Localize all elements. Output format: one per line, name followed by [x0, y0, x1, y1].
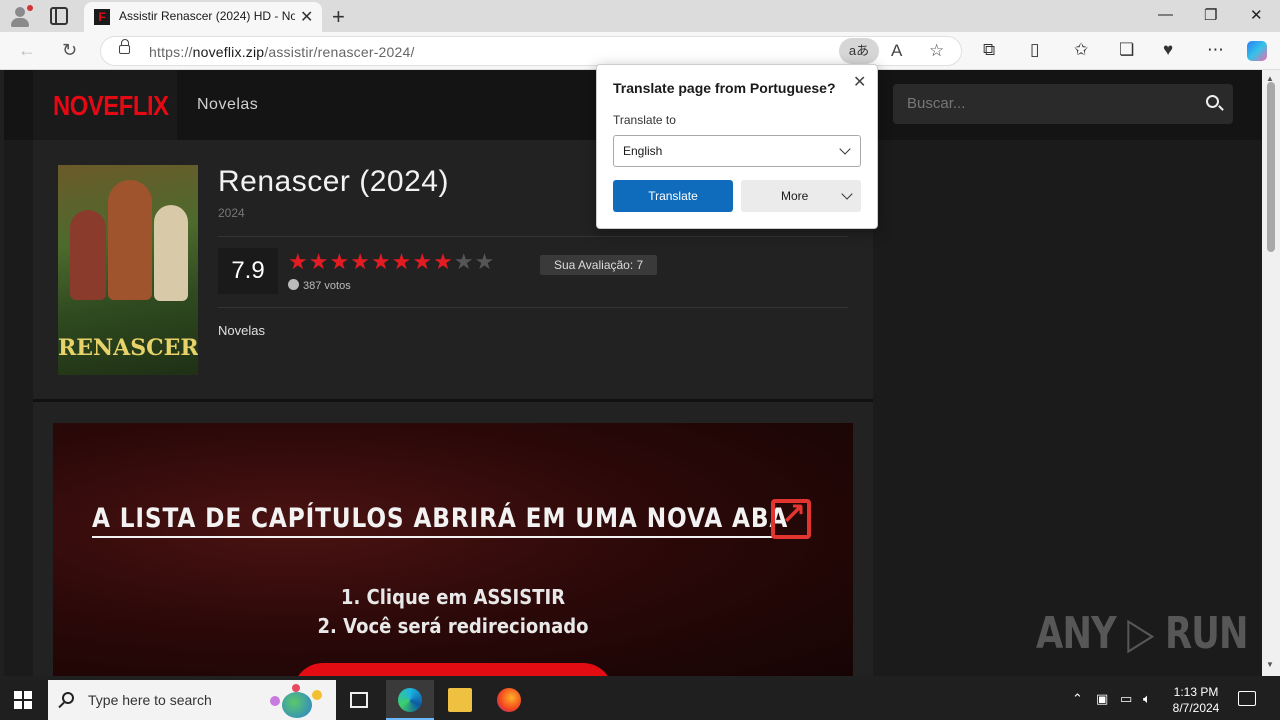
favorite-star-icon[interactable]: ☆ — [929, 41, 944, 61]
vote-count: 387 votos — [288, 279, 351, 292]
scroll-down-icon[interactable]: ▼ — [1266, 660, 1274, 669]
file-explorer-icon[interactable] — [448, 688, 472, 712]
collections-icon[interactable]: ❏ — [1119, 40, 1134, 60]
system-clock[interactable]: 1:13 PM 8/7/2024 — [1166, 684, 1226, 716]
taskbar: Type here to search ⌃ ▣ ▭ 🔈︎ 1:13 PM 8/7… — [0, 680, 1280, 720]
task-view-icon[interactable] — [350, 692, 368, 708]
star-icon[interactable]: ★ — [329, 249, 350, 274]
anyrun-watermark: ANY ▷ RUN — [1036, 608, 1249, 659]
language-select[interactable]: English — [613, 135, 861, 167]
back-icon[interactable]: ← — [18, 40, 36, 61]
search-box[interactable]: Buscar... — [893, 84, 1233, 124]
banner-heading: A LISTA DE CAPÍTULOS ABRIRÁ EM UMA NOVA … — [92, 503, 789, 538]
url-bar[interactable]: https://noveflix.zip/assistir/renascer-2… — [100, 36, 962, 66]
chevron-down-icon — [841, 188, 853, 200]
tab-title: Assistir Renascer (2024) HD - Nov — [119, 9, 295, 23]
star-icon[interactable]: ★ — [288, 249, 309, 274]
star-icon[interactable]: ★ — [475, 249, 496, 274]
star-icon[interactable]: ★ — [412, 249, 433, 274]
translate-chip-icon[interactable]: aあ — [839, 38, 879, 64]
divider — [218, 307, 848, 308]
movie-poster: RENASCER — [58, 165, 198, 375]
copilot-icon[interactable] — [1247, 41, 1267, 61]
scroll-thumb[interactable] — [1267, 82, 1275, 252]
url-text[interactable]: https://noveflix.zip/assistir/renascer-2… — [149, 44, 415, 60]
search-icon[interactable] — [1206, 95, 1219, 108]
minimize-icon[interactable]: — — [1158, 6, 1173, 23]
translate-button[interactable]: Translate — [613, 180, 733, 212]
tray-device-icon[interactable]: ▣ — [1096, 691, 1108, 707]
taskbar-search-input[interactable]: Type here to search — [88, 692, 212, 708]
tab-close-icon[interactable]: ✕ — [300, 7, 313, 27]
star-rating[interactable]: ★★★★★★★★★★ — [288, 251, 495, 273]
tab-bar: F Assistir Renascer (2024) HD - Nov ✕ + … — [0, 0, 1280, 32]
translate-popup-title: Translate page from Portuguese? — [613, 80, 836, 96]
banner-step-1: 1. Clique em ASSISTIR — [340, 585, 566, 609]
read-aloud-icon[interactable]: A — [891, 41, 902, 61]
search-highlights-icon[interactable] — [262, 684, 332, 718]
divider — [218, 236, 848, 237]
edge-icon[interactable] — [398, 688, 422, 712]
star-icon[interactable]: ★ — [433, 249, 454, 274]
translate-popup: Translate page from Portuguese? ✕ Transl… — [596, 64, 878, 229]
star-icon[interactable]: ★ — [454, 249, 475, 274]
watch-button[interactable] — [293, 663, 613, 676]
performance-icon[interactable]: ♥ — [1163, 40, 1173, 60]
star-icon[interactable]: ★ — [309, 249, 330, 274]
firefox-icon[interactable] — [497, 688, 521, 712]
taskbar-search[interactable]: Type here to search — [48, 680, 336, 720]
split-screen-icon[interactable]: ▯ — [1030, 40, 1039, 60]
clock-time: 1:13 PM — [1173, 685, 1219, 699]
notifications-icon[interactable] — [1238, 691, 1256, 706]
more-icon[interactable]: ⋯ — [1207, 40, 1224, 60]
profile-icon[interactable] — [8, 4, 33, 28]
more-button[interactable]: More — [741, 180, 861, 212]
movie-title: Renascer (2024) — [218, 165, 449, 198]
browser-tab-active[interactable]: F Assistir Renascer (2024) HD - Nov ✕ — [84, 2, 322, 32]
windows-start-icon[interactable] — [14, 691, 32, 709]
star-icon[interactable]: ★ — [371, 249, 392, 274]
translate-to-label: Translate to — [613, 113, 676, 127]
close-icon[interactable]: ✕ — [853, 72, 866, 92]
star-icon[interactable]: ★ — [350, 249, 371, 274]
extensions-icon[interactable]: ⧉ — [983, 40, 995, 60]
network-icon[interactable]: ▭ — [1120, 691, 1132, 707]
nav-link-novelas[interactable]: Novelas — [197, 96, 258, 114]
chapter-list-banner[interactable]: A LISTA DE CAPÍTULOS ABRIRÁ EM UMA NOVA … — [53, 423, 853, 676]
favorites-icon[interactable]: ✩ — [1074, 40, 1088, 60]
search-input[interactable]: Buscar... — [907, 95, 965, 112]
star-icon[interactable]: ★ — [392, 249, 413, 274]
poster-title: RENASCER — [58, 335, 198, 361]
new-tab-icon[interactable]: + — [332, 4, 345, 30]
chevron-down-icon — [839, 143, 851, 155]
restore-icon[interactable]: ❐ — [1204, 6, 1217, 24]
user-icon — [288, 279, 299, 290]
movie-year: 2024 — [218, 206, 245, 220]
banner-step-2: 2. Você será redirecionado — [317, 614, 589, 638]
site-logo[interactable]: NOVEFLIX — [33, 70, 177, 140]
external-link-icon — [771, 497, 811, 539]
clock-date: 8/7/2024 — [1172, 701, 1220, 715]
page-scrollbar[interactable]: ▲ ▼ — [1262, 70, 1280, 676]
refresh-icon[interactable]: ↻ — [62, 40, 77, 61]
tab-actions-icon[interactable] — [50, 7, 68, 25]
score-badge: 7.9 — [218, 248, 278, 294]
tray-chevron-icon[interactable]: ⌃ — [1072, 691, 1083, 707]
genre-link[interactable]: Novelas — [218, 323, 265, 338]
favicon-icon: F — [94, 9, 110, 25]
volume-icon[interactable]: 🔈︎ — [1143, 691, 1151, 707]
lock-icon[interactable] — [119, 39, 130, 54]
your-rating-badge: Sua Avaliação: 7 — [540, 255, 658, 275]
close-window-icon[interactable]: ✕ — [1250, 6, 1263, 24]
search-icon — [62, 692, 74, 704]
